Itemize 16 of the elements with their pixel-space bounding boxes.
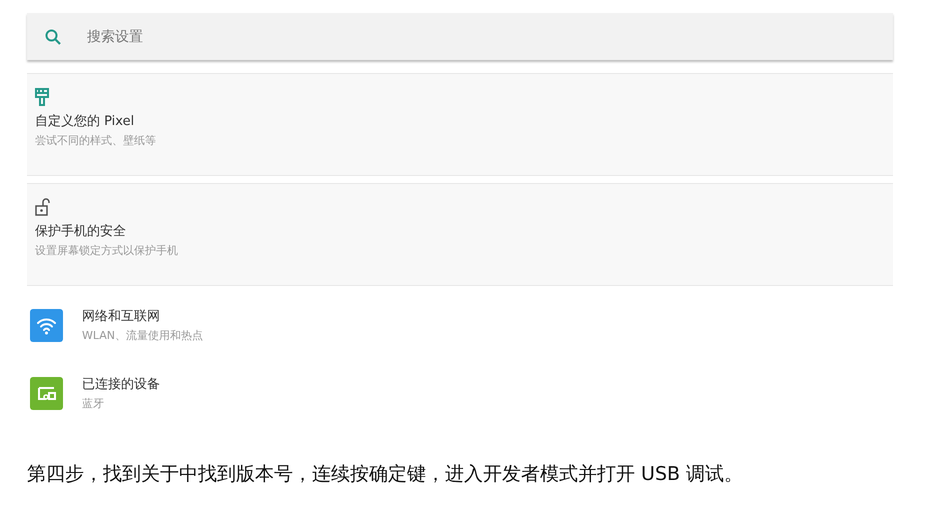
card-title: 保护手机的安全: [35, 223, 127, 240]
setting-subtitle: WLAN、流量使用和热点: [82, 328, 204, 343]
search-field[interactable]: 搜索设置: [85, 28, 893, 46]
card-subtitle: 设置屏幕锁定方式以保护手机: [35, 243, 179, 258]
search-icon: [45, 28, 61, 44]
paint-brush-icon: [35, 88, 49, 106]
unlocked-padlock-icon: [35, 198, 51, 216]
card-subtitle: 尝试不同的样式、壁纸等: [35, 133, 157, 148]
caption: 第四步，找到关于中找到版本号，连续按确定键，进入开发者模式并打开 USB 调试。: [27, 462, 744, 487]
card-title: 自定义您的 Pixel: [35, 113, 136, 130]
suggestion-card[interactable]: 自定义您的 Pixel 尝试不同的样式、壁纸等: [27, 73, 893, 176]
suggestion-card[interactable]: 保护手机的安全 设置屏幕锁定方式以保护手机: [27, 183, 893, 286]
setting-title[interactable]: 已连接的设备: [82, 375, 160, 393]
setting-subtitle: 蓝牙: [82, 396, 105, 411]
search-bar[interactable]: 搜索设置: [27, 13, 893, 60]
setting-title[interactable]: 网络和互联网: [82, 307, 204, 325]
